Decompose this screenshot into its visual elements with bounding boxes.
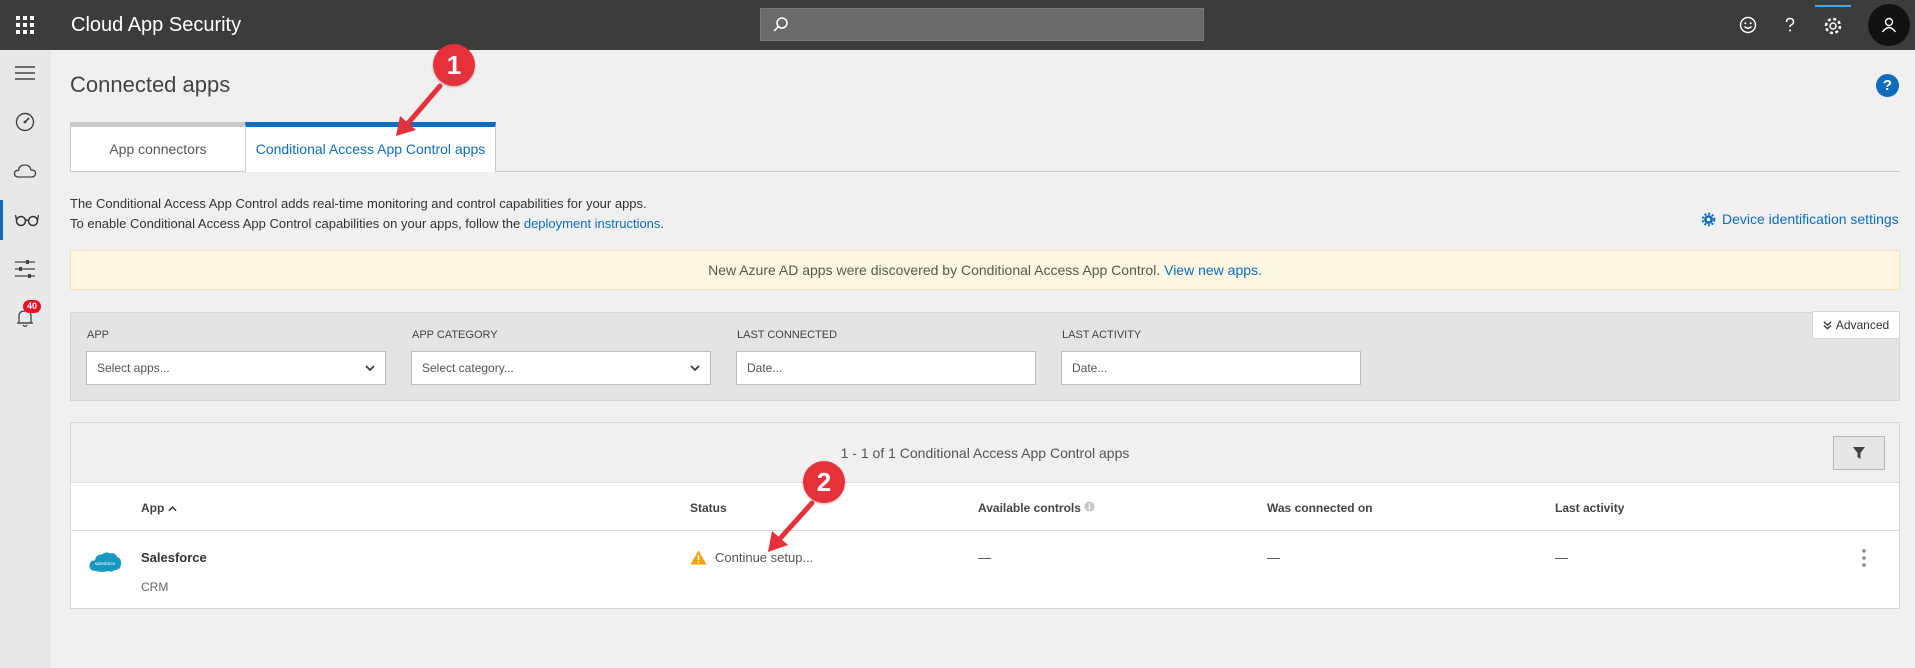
waffle-icon: [16, 16, 34, 34]
tab-app-connectors[interactable]: App connectors: [70, 122, 246, 172]
column-header-was-connected-on[interactable]: Was connected on: [1267, 501, 1373, 515]
device-identification-settings-label: Device identification settings: [1722, 211, 1899, 227]
page-title: Connected apps: [70, 72, 231, 97]
alerts-count-badge: 40: [23, 300, 42, 313]
last-connected-placeholder: Date...: [747, 361, 783, 375]
column-header-available-controls[interactable]: Available controls: [978, 501, 1095, 515]
deployment-instructions-link[interactable]: deployment instructions: [524, 216, 661, 231]
info-icon[interactable]: [1084, 501, 1095, 512]
settings-gear-icon[interactable]: [1815, 5, 1851, 45]
tab-conditional-access-app-control-apps[interactable]: Conditional Access App Control apps: [245, 122, 496, 172]
new-apps-notice-banner: New Azure AD apps were discovered by Con…: [70, 250, 1900, 290]
dashboard-gauge-icon[interactable]: [0, 102, 50, 142]
filter-label-app: APP: [87, 329, 110, 341]
annotation-arrow-2: [768, 500, 815, 552]
app-category-select[interactable]: Select category...: [411, 351, 711, 385]
double-chevron-down-icon: [1823, 320, 1832, 330]
top-bar: Cloud App Security: [0, 0, 1915, 50]
more-options-vertical-ellipsis-icon[interactable]: [1861, 548, 1867, 568]
gear-icon: [1701, 212, 1716, 226]
apps-table: 1 - 1 of 1 Conditional Access App Contro…: [70, 422, 1900, 609]
warning-icon: [690, 550, 707, 565]
user-avatar[interactable]: [1868, 4, 1910, 46]
app-launcher-button[interactable]: [0, 0, 50, 50]
funnel-icon: [1853, 447, 1865, 459]
app-category-select-value: Select category...: [422, 361, 514, 375]
column-header-status[interactable]: Status: [690, 501, 727, 515]
investigate-glasses-icon[interactable]: [0, 200, 50, 240]
discover-cloud-icon[interactable]: [0, 151, 50, 191]
advanced-filters-button[interactable]: Advanced: [1812, 311, 1900, 339]
description-line-2-end: .: [660, 216, 665, 231]
filter-label-app-category: APP CATEGORY: [412, 329, 498, 341]
app-select-value: Select apps...: [97, 361, 170, 375]
table-toolbar: 1 - 1 of 1 Conditional Access App Contro…: [71, 423, 1899, 483]
column-header-available-controls-label: Available controls: [978, 501, 1081, 515]
left-nav-rail: 40: [0, 50, 50, 668]
last-activity-date-input[interactable]: Date...: [1061, 351, 1361, 385]
last-activity-value: —: [1555, 550, 1568, 565]
table-filter-button[interactable]: [1833, 436, 1885, 470]
page-help-icon[interactable]: ?: [1876, 74, 1899, 97]
app-title: Cloud App Security: [71, 14, 242, 36]
filter-label-last-connected: LAST CONNECTED: [737, 329, 838, 341]
svg-text:salesforce: salesforce: [95, 561, 116, 566]
salesforce-logo-icon: salesforce: [89, 552, 122, 572]
device-identification-settings-link[interactable]: Device identification settings: [1701, 211, 1899, 227]
sort-ascending-icon: [168, 506, 177, 512]
filter-panel: APP Select apps... APP CATEGORY Select c…: [70, 312, 1900, 401]
column-header-last-activity[interactable]: Last activity: [1555, 501, 1624, 515]
control-sliders-icon[interactable]: [0, 249, 50, 289]
was-connected-on-value: —: [1267, 550, 1280, 565]
last-activity-placeholder: Date...: [1072, 361, 1108, 375]
description-line-2: To enable Conditional Access App Control…: [70, 214, 664, 234]
chevron-down-icon: [690, 364, 700, 371]
app-category: CRM: [141, 580, 169, 594]
results-count: 1 - 1 of 1 Conditional Access App Contro…: [840, 445, 1130, 461]
search-icon: [773, 17, 788, 32]
hamburger-menu-icon[interactable]: [0, 53, 50, 93]
header-divider: [71, 530, 1899, 531]
notice-text: New Azure AD apps were discovered by Con…: [708, 262, 1161, 278]
column-header-app-label: App: [141, 501, 165, 515]
filter-label-last-activity: LAST ACTIVITY: [1062, 329, 1142, 341]
feedback-smiley-icon[interactable]: [1736, 13, 1760, 37]
column-header-app[interactable]: App: [141, 501, 177, 515]
annotation-arrow-1: [396, 83, 443, 136]
view-new-apps-link[interactable]: View new apps.: [1164, 262, 1262, 278]
app-name[interactable]: Salesforce: [141, 550, 207, 565]
alerts-bell-icon[interactable]: 40: [0, 298, 50, 338]
app-select[interactable]: Select apps...: [86, 351, 386, 385]
person-icon: [1881, 17, 1897, 33]
advanced-label: Advanced: [1835, 318, 1890, 332]
page-description: The Conditional Access App Control adds …: [70, 194, 664, 234]
chevron-down-icon: [365, 364, 375, 371]
description-line-1: The Conditional Access App Control adds …: [70, 196, 647, 211]
description-line-2-text: To enable Conditional Access App Control…: [70, 216, 524, 231]
last-connected-date-input[interactable]: Date...: [736, 351, 1036, 385]
search-input[interactable]: [760, 8, 1204, 41]
help-question-icon[interactable]: [1778, 13, 1802, 37]
available-controls-value: —: [978, 550, 991, 565]
